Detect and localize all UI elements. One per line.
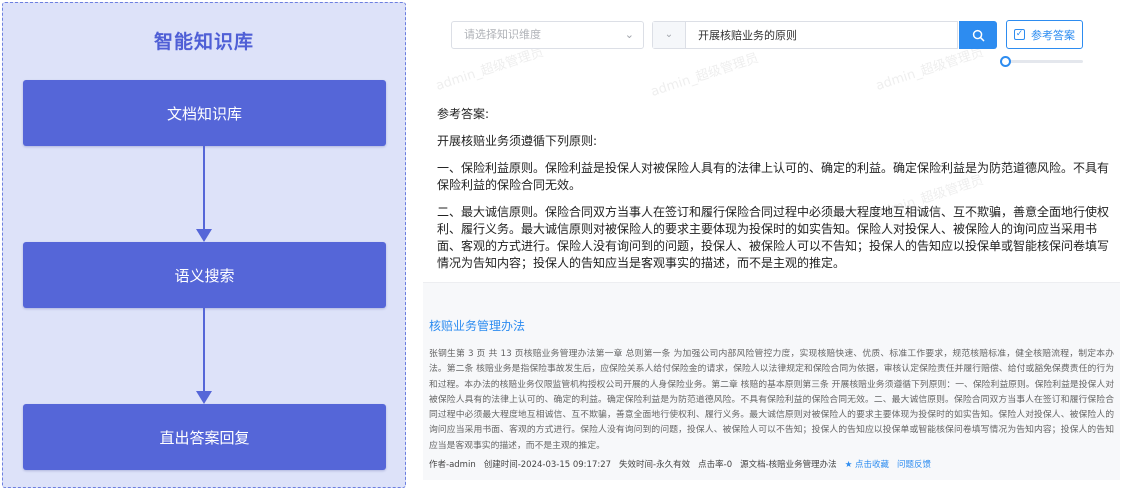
flow-step-document-kb: 文档知识库: [23, 80, 386, 146]
result-meta: 作者-admin 创建时间-2024-03-15 09:17:27 失效时间-永…: [429, 458, 931, 470]
favorite-link[interactable]: ★ 点击收藏: [845, 458, 889, 470]
arrow-down-icon: [196, 229, 212, 242]
meta-created: 创建时间-2024-03-15 09:17:27: [483, 460, 612, 470]
watermark: admin_超级管理员: [649, 50, 761, 100]
flow-title: 智能知识库: [153, 31, 254, 53]
meta-clicks: 点击率-0: [698, 460, 733, 470]
flow-step-direct-answer: 直出答案回复: [23, 404, 386, 470]
feedback-link[interactable]: 问题反馈: [897, 458, 931, 470]
search-box: ⌄: [652, 21, 958, 49]
search-result-card: 核赔业务管理办法 张钢生第 3 页 共 13 页核赔业务管理办法第一章 总则第一…: [423, 282, 1120, 480]
answer-heading: 参考答案:: [437, 107, 490, 121]
result-title-link[interactable]: 核赔业务管理办法: [429, 317, 1114, 334]
search-mode-dropdown[interactable]: ⌄: [653, 22, 686, 48]
meta-expiry: 失效时间-永久有效: [619, 460, 691, 470]
search-button[interactable]: [959, 21, 997, 49]
answer-paragraph: 二、最大诚信原则。保险合同双方当事人在签订和履行保险合同过程中必须最大程度地互相…: [437, 205, 1110, 270]
answer-paragraph: 一、保险利益原则。保险利益是投保人对被保险人具有的法律上认可的、确定的利益。确定…: [437, 161, 1110, 192]
search-input[interactable]: [686, 22, 957, 48]
search-icon: [972, 29, 984, 41]
answer-intro: 开展核赔业务须遵循下列原则:: [437, 134, 598, 148]
arrow-down-icon: [196, 391, 212, 404]
meta-author: 作者-admin: [429, 460, 476, 470]
reference-answer-toggle[interactable]: ✓ 参考答案: [1006, 20, 1083, 49]
reference-answer-label: 参考答案: [1031, 28, 1075, 42]
flow-connector: [203, 146, 205, 230]
select-placeholder: 请选择知识维度: [464, 28, 541, 41]
knowledge-base-app: admin_超级管理员 admin_超级管理员 admin_超级管理员 admi…: [413, 0, 1133, 490]
reference-answer: 参考答案: 开展核赔业务须遵循下列原则: 一、保险利益原则。保险利益是投保人对被…: [437, 106, 1109, 282]
chevron-down-icon: ⌄: [624, 28, 634, 41]
star-icon: ★: [844, 460, 853, 470]
favorite-label: 点击收藏: [855, 460, 890, 470]
meta-source: 源文档-核赔业务管理办法: [740, 460, 837, 470]
knowledge-dimension-select[interactable]: 请选择知识维度 ⌄: [451, 21, 644, 49]
slider-track[interactable]: [1003, 60, 1083, 63]
result-snippet: 张钢生第 3 页 共 13 页核赔业务管理办法第一章 总则第一条 为加强公司内部…: [429, 349, 1114, 451]
flow-connector: [203, 308, 205, 392]
flow-panel: 智能知识库 文档知识库 语义搜索 直出答案回复: [2, 2, 406, 488]
watermark: admin_超级管理员: [874, 44, 986, 94]
slider-thumb[interactable]: [1000, 56, 1011, 67]
checkbox-checked-icon[interactable]: ✓: [1014, 29, 1025, 40]
flow-step-semantic-search: 语义搜索: [23, 242, 386, 308]
watermark: admin_超级管理员: [434, 44, 546, 94]
